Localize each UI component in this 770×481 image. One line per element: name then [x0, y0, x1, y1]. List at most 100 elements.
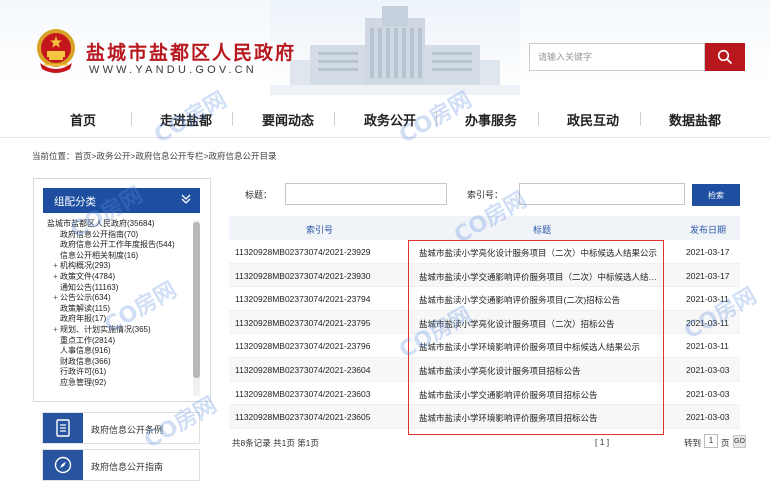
row-date: 2021-03-17 [686, 247, 730, 257]
nav-item-public-affairs[interactable]: 政务公开 [364, 110, 416, 129]
row-title-link[interactable]: 盐城市盐渎小学环境影响评价服务项目招标公告 [419, 412, 659, 424]
search-icon [717, 49, 733, 65]
table-row: 11320928MB02373074/2021-23605 盐城市盐渎小学环境影… [229, 405, 740, 429]
breadcrumb-info-column[interactable]: 政府信息公开专栏 [135, 151, 203, 161]
guide-link[interactable]: 政府信息公开指南 [42, 449, 200, 481]
site-url: WWW.YANDU.GOV.CN [89, 64, 257, 76]
table-row: 11320928MB02373074/2021-23603 盐城市盐渎小学交通影… [229, 382, 740, 406]
index-filter-field[interactable] [519, 183, 685, 205]
tree-item[interactable]: + 规划、计划实施情况(365) [47, 325, 192, 336]
row-title-link[interactable]: 盐城市盐渎小学环境影响评价服务项目中标候选人结果公示 [419, 341, 659, 353]
tree-item-label: 政府信息公开工作年度报告(544) [60, 240, 175, 250]
search-submit-button[interactable]: 检索 [692, 184, 740, 206]
regulations-link[interactable]: 政府信息公开条例 [42, 412, 200, 444]
site-search-input[interactable] [530, 44, 704, 70]
row-title-link[interactable]: 盐城市盐渎小学交通影响评价服务项目(二次)招标公告 [419, 294, 659, 306]
nav-divider [131, 112, 132, 126]
tree-item[interactable]: + 公告公示(634) [47, 293, 192, 304]
row-title-link[interactable]: 盐城市盐渎小学亮化设计服务项目招标公告 [419, 365, 659, 377]
tree-item[interactable]: 信息公开相关制度(16) [47, 251, 192, 262]
tree-item[interactable]: 政策解读(115) [47, 304, 192, 315]
breadcrumb-catalog[interactable]: 政府信息公开目录 [208, 151, 276, 161]
tree-item-label: 行政许可(61) [60, 367, 107, 377]
tree-item-label: 盐城市盐都区人民政府(35684) [47, 219, 155, 228]
category-header[interactable]: 组配分类 [43, 188, 200, 213]
row-index: 11320928MB02373074/2021-23603 [235, 388, 371, 399]
tree-item-label: 政策解读(115) [60, 303, 111, 313]
document-table: 索引号 标题 发布日期 11320928MB02373074/2021-2392… [229, 216, 740, 429]
tree-item-label: 规划、计划实施情况(365) [60, 324, 151, 334]
site-title[interactable]: 盐城市盐都区人民政府 [86, 38, 296, 65]
tree-item[interactable]: 政府信息公开工作年度报告(544) [47, 240, 192, 251]
row-date: 2021-03-03 [686, 364, 730, 375]
row-title-link[interactable]: 盐城市盐渎小学交通影响评价服务项目招标公告 [419, 389, 659, 401]
title-filter-field[interactable] [285, 183, 447, 205]
tree-item-label: 重点工作(2814) [60, 335, 116, 345]
tree-item[interactable]: + 机构概况(293) [47, 261, 192, 272]
nav-item-interaction[interactable]: 政民互动 [567, 110, 619, 129]
pager-goto-label: 转到 [684, 438, 702, 448]
title-filter-input[interactable] [286, 184, 446, 204]
nav-item-news[interactable]: 要闻动态 [262, 110, 314, 129]
pager-go-button[interactable]: GO [733, 435, 746, 448]
index-filter-input[interactable] [520, 184, 684, 204]
tree-toggle[interactable]: + [53, 293, 60, 304]
table-row: 11320928MB02373074/2021-23604 盐城市盐渎小学亮化设… [229, 357, 740, 382]
tree-toggle[interactable]: + [53, 325, 60, 336]
nav-item-about[interactable]: 走进盐都 [160, 110, 212, 129]
tree-item-label: 政策文件(4784) [60, 271, 116, 281]
column-header-index: 索引号 [306, 225, 334, 235]
row-index: 11320928MB02373074/2021-23795 [235, 317, 371, 328]
pager-page-input[interactable]: 1 [704, 434, 718, 448]
breadcrumb-public-affairs[interactable]: 政务公开 [97, 151, 131, 161]
nav-item-home[interactable]: 首页 [70, 110, 96, 129]
government-building-image [270, 0, 520, 95]
pager-summary: 共8条记录 共1页 第1页 [232, 438, 319, 448]
scrollbar-thumb[interactable] [193, 222, 200, 378]
nav-item-services[interactable]: 办事服务 [465, 110, 517, 129]
row-date: 2021-03-11 [686, 317, 729, 328]
column-header-title: 标题 [533, 225, 552, 235]
row-title-link[interactable]: 盐城市盐渎小学亮化设计服务项目（二次）招标公告 [419, 318, 659, 330]
pager-current-page[interactable]: [ 1 ] [595, 437, 609, 447]
double-chevron-down-icon[interactable] [180, 192, 192, 206]
tree-item-label: 人事信息(916) [60, 346, 111, 356]
tree-toggle[interactable]: + [53, 261, 60, 272]
table-row: 11320928MB02373074/2021-23930 盐城市盐渎小学交通影… [229, 263, 740, 288]
tree-item[interactable]: 行政许可(61) [47, 367, 192, 378]
tree-item[interactable]: 人事信息(916) [47, 346, 192, 357]
tree-item-label: 政府信息公开指南(70) [60, 229, 139, 239]
site-header: 盐城市盐都区人民政府 WWW.YANDU.GOV.CN [0, 0, 770, 95]
tree-item[interactable]: 财政信息(366) [47, 357, 192, 368]
tree-item-root[interactable]: 盐城市盐都区人民政府(35684) [47, 219, 192, 230]
site-search-button[interactable] [705, 43, 745, 71]
national-emblem-icon [37, 29, 75, 73]
tree-item-label: 应急管理(92) [60, 377, 107, 387]
row-index: 11320928MB02373074/2021-23929 [235, 247, 371, 257]
tree-item[interactable]: 政府信息公开指南(70) [47, 230, 192, 241]
nav-divider [538, 112, 539, 126]
tree-item[interactable]: 通知公告(11163) [47, 283, 192, 294]
tree-item[interactable]: 应急管理(92) [47, 378, 192, 389]
breadcrumb: 当前位置：首页>政务公开>政府信息公开专栏>政府信息公开目录 [32, 150, 276, 162]
row-title-link[interactable]: 盐城市盐渎小学交通影响评价服务项目（二次）中标候选人结果公示 [419, 271, 659, 283]
table-row: 11320928MB02373074/2021-23929 盐城市盐渎小学亮化设… [229, 240, 740, 264]
tree-toggle[interactable]: + [53, 272, 60, 283]
row-title-link[interactable]: 盐城市盐渎小学亮化设计服务项目（二次）中标候选人结果公示 [419, 247, 659, 259]
row-date: 2021-03-03 [686, 388, 730, 399]
tree-item[interactable]: 政府年报(17) [47, 314, 192, 325]
breadcrumb-prefix: 当前位置： [32, 151, 75, 161]
tree-item[interactable]: + 政策文件(4784) [47, 272, 192, 283]
row-date: 2021-03-11 [686, 294, 729, 305]
document-list-icon [43, 413, 83, 443]
breadcrumb-home[interactable]: 首页 [75, 151, 92, 161]
table-row: 11320928MB02373074/2021-23794 盐城市盐渎小学交通影… [229, 287, 740, 311]
table-header: 索引号 标题 发布日期 [229, 216, 740, 240]
row-index: 11320928MB02373074/2021-23605 [235, 412, 371, 423]
nav-item-data[interactable]: 数据盐都 [669, 110, 721, 129]
category-tree: 盐城市盐都区人民政府(35684) 政府信息公开指南(70) 政府信息公开工作年… [47, 219, 192, 395]
tree-item-label: 政府年报(17) [60, 314, 107, 324]
tree-scrollbar[interactable] [193, 220, 200, 396]
tree-item[interactable]: 重点工作(2814) [47, 336, 192, 347]
site-search-box[interactable] [529, 43, 705, 71]
